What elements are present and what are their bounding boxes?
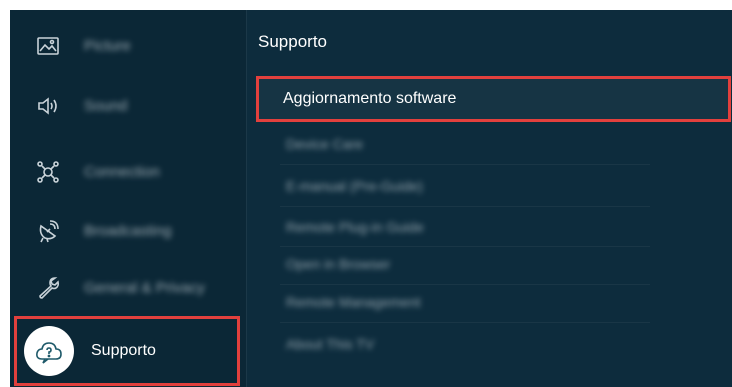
list-item[interactable]: Device Care	[286, 124, 706, 164]
sidebar-item-broadcasting[interactable]: Broadcasting	[10, 203, 246, 259]
picture-icon	[34, 32, 62, 60]
wrench-icon	[34, 274, 62, 302]
list-item[interactable]: Remote Plug-in Guide	[286, 207, 706, 247]
speaker-icon	[34, 92, 62, 120]
sidebar-item-support[interactable]: Supporto	[14, 316, 240, 386]
sidebar-item-label: Picture	[84, 37, 131, 55]
support-cloud-icon	[24, 326, 74, 376]
sidebar-item-sound[interactable]: Sound	[10, 78, 246, 134]
satellite-icon	[34, 217, 62, 245]
sidebar-divider	[246, 10, 247, 387]
list-item[interactable]: Open in Browser	[286, 244, 706, 284]
divider	[280, 322, 650, 323]
sidebar-item-label: General & Privacy	[84, 279, 205, 297]
sidebar-item-connection[interactable]: Connection	[10, 144, 246, 200]
software-update-label: Aggiornamento software	[283, 90, 457, 107]
tv-settings-screen: Picture Sound Connection Broadcasting Ge…	[10, 10, 732, 387]
list-item[interactable]: About This TV	[286, 324, 706, 364]
panel-title: Supporto	[258, 32, 327, 51]
sidebar-item-label: Broadcasting	[84, 222, 172, 240]
sidebar-item-label: Supporto	[91, 342, 156, 359]
list-item[interactable]: Remote Management	[286, 282, 706, 322]
sidebar-item-label: Connection	[84, 163, 160, 181]
software-update-item[interactable]: Aggiornamento software	[256, 76, 731, 122]
list-item[interactable]: E-manual (Pre-Guide)	[286, 166, 706, 206]
sidebar-item-picture[interactable]: Picture	[10, 18, 246, 74]
sidebar-item-general[interactable]: General & Privacy	[10, 260, 246, 316]
settings-sidebar: Picture Sound Connection Broadcasting Ge…	[10, 10, 246, 387]
divider	[280, 164, 650, 165]
sidebar-item-label: Sound	[84, 97, 128, 115]
network-icon	[34, 158, 62, 186]
